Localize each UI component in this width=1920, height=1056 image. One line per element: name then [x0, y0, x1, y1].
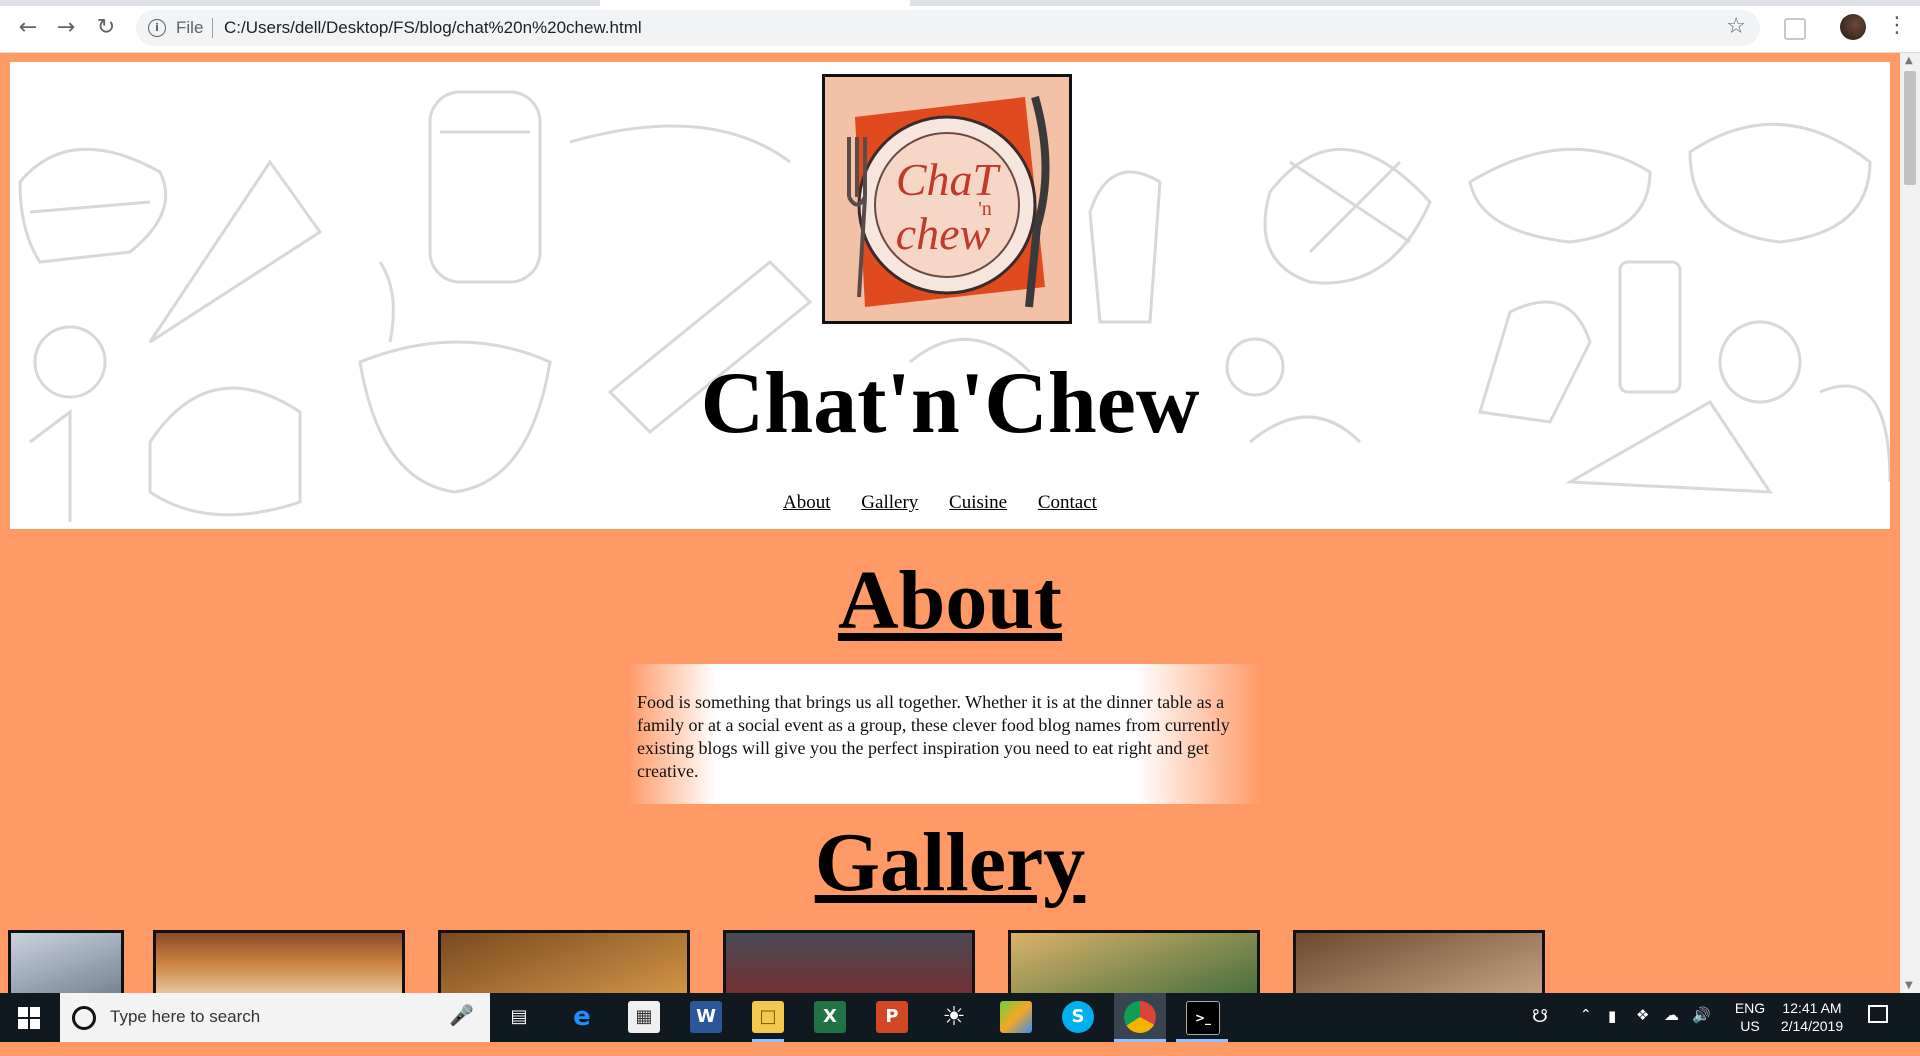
bluestacks-icon[interactable]: [1000, 1001, 1032, 1033]
gallery-image-2[interactable]: [153, 930, 405, 993]
dropbox-icon[interactable]: ❖: [1636, 1006, 1649, 1055]
about-heading: About: [837, 554, 1063, 647]
profile-avatar[interactable]: [1840, 14, 1866, 40]
gallery-image-6[interactable]: [1293, 930, 1545, 993]
onedrive-icon[interactable]: ☁: [1664, 1006, 1679, 1055]
edge-icon[interactable]: e: [566, 1001, 598, 1033]
windows-taskbar: Type here to search 🎤 ▤ e ▦ W □ X P ☀ S …: [0, 993, 1920, 1042]
gallery-image-1[interactable]: [8, 930, 124, 993]
clock-time: 12:41 AM: [1782, 1000, 1842, 1016]
bookmark-star-icon[interactable]: ☆: [1726, 14, 1746, 39]
skype-icon[interactable]: S: [1062, 1001, 1094, 1033]
address-separator: [212, 18, 213, 38]
nav-link-gallery[interactable]: Gallery: [861, 492, 918, 513]
volume-icon[interactable]: 🔊: [1692, 1006, 1711, 1055]
windows-start-icon[interactable]: [18, 1007, 40, 1029]
browser-menu-icon[interactable]: ⋮: [1886, 12, 1908, 40]
language-primary: ENG: [1734, 1000, 1766, 1016]
people-icon[interactable]: ☋: [1532, 1006, 1548, 1055]
nav-link-cuisine[interactable]: Cuisine: [949, 492, 1007, 513]
store-icon[interactable]: ▦: [628, 1001, 660, 1033]
main-nav: About Gallery Cuisine Contact: [0, 492, 1880, 514]
reload-icon[interactable]: ↻: [92, 14, 120, 42]
chrome-icon[interactable]: [1124, 1001, 1156, 1033]
info-icon[interactable]: i: [148, 19, 166, 37]
powerpoint-icon[interactable]: P: [876, 1001, 908, 1033]
notifications-icon[interactable]: [1868, 1005, 1888, 1023]
battery-icon[interactable]: ▮: [1608, 1007, 1616, 1056]
gallery-strip: [0, 930, 1900, 993]
excel-icon[interactable]: X: [814, 1001, 846, 1033]
about-text: Food is something that brings us all tog…: [627, 664, 1263, 804]
site-header: ChaT 'n chew Chat'n'Chew: [10, 62, 1890, 529]
task-view-icon[interactable]: ▤: [503, 1001, 535, 1033]
site-logo[interactable]: ChaT 'n chew: [822, 74, 1072, 324]
brightness-app-icon[interactable]: ☀: [938, 1001, 970, 1033]
search-placeholder: Type here to search: [110, 1007, 261, 1026]
language-secondary: US: [1740, 1018, 1760, 1034]
url-text[interactable]: C:/Users/dell/Desktop/FS/blog/chat%20n%2…: [224, 18, 642, 38]
language-indicator[interactable]: ENG US: [1734, 999, 1766, 1048]
file-label: File: [176, 18, 204, 37]
scrollbar-thumb[interactable]: [1904, 71, 1916, 185]
browser-toolbar: ← → ↻ i File C:/Users/dell/Desktop/FS/bl…: [0, 0, 1920, 53]
word-icon[interactable]: W: [690, 1001, 722, 1033]
extension-icon[interactable]: [1784, 18, 1806, 40]
tab-strip: [0, 0, 1920, 6]
file-explorer-icon[interactable]: □: [752, 1001, 784, 1033]
clock-date: 2/14/2019: [1780, 1018, 1844, 1034]
taskbar-search-box[interactable]: Type here to search 🎤: [60, 993, 490, 1042]
address-bar[interactable]: i File C:/Users/dell/Desktop/FS/blog/cha…: [136, 10, 1760, 46]
scroll-down-icon[interactable]: ▼: [1905, 980, 1913, 991]
gallery-image-3[interactable]: [438, 930, 690, 993]
scroll-up-icon[interactable]: ▲: [1905, 55, 1913, 66]
microphone-icon[interactable]: 🎤: [449, 1003, 474, 1027]
back-icon[interactable]: ←: [14, 14, 42, 42]
page-scrollbar[interactable]: ▲ ▼: [1900, 53, 1920, 993]
logo-graphic: ChaT 'n chew: [825, 77, 1069, 321]
show-hidden-icons[interactable]: ⌃: [1580, 1007, 1592, 1056]
gallery-heading: Gallery: [814, 816, 1086, 909]
svg-text:chew: chew: [896, 208, 991, 259]
gallery-image-5[interactable]: [1008, 930, 1260, 993]
site-title: Chat'n'Chew: [700, 355, 1200, 452]
active-tab[interactable]: [600, 0, 910, 6]
cortana-icon[interactable]: [72, 1006, 96, 1030]
clock[interactable]: 12:41 AM 2/14/2019: [1776, 999, 1848, 1048]
gallery-image-4[interactable]: [723, 930, 975, 993]
page-viewport: ChaT 'n chew Chat'n'Chew About Gallery C…: [0, 53, 1900, 993]
nav-link-contact[interactable]: Contact: [1038, 492, 1097, 513]
nav-link-about[interactable]: About: [783, 492, 831, 513]
forward-icon[interactable]: →: [52, 14, 80, 42]
terminal-icon[interactable]: >_: [1186, 1001, 1220, 1035]
